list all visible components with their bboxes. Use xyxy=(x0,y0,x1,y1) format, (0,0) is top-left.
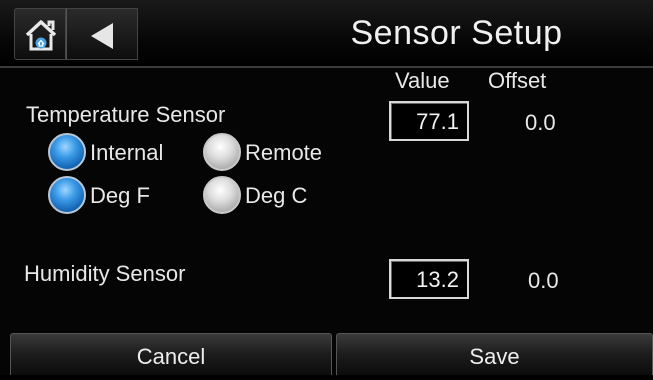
home-button[interactable] xyxy=(14,8,66,60)
sensor-setup-screen: Sensor Setup Value Offset Temperature Se… xyxy=(0,0,653,375)
home-icon xyxy=(25,20,57,51)
page-title: Sensor Setup xyxy=(350,14,563,52)
save-button[interactable]: Save xyxy=(336,333,653,375)
humidity-value-field[interactable]: 13.2 xyxy=(389,259,469,299)
header-bar: Sensor Setup xyxy=(0,0,653,68)
radio-deg-f[interactable] xyxy=(48,176,86,214)
temperature-offset: 0.0 xyxy=(525,110,556,135)
value-column-header: Value xyxy=(395,68,450,93)
temperature-sensor-label: Temperature Sensor xyxy=(26,102,226,127)
humidity-offset: 0.0 xyxy=(528,268,559,293)
humidity-sensor-label: Humidity Sensor xyxy=(24,261,186,286)
radio-internal[interactable] xyxy=(48,133,86,171)
back-button[interactable] xyxy=(66,8,138,60)
radio-deg-c-label: Deg C xyxy=(245,183,308,208)
offset-column-header: Offset xyxy=(488,68,547,93)
radio-remote-label: Remote xyxy=(245,140,323,165)
radio-remote[interactable] xyxy=(203,133,241,171)
temperature-value-field[interactable]: 77.1 xyxy=(389,101,469,141)
radio-deg-c[interactable] xyxy=(203,176,241,214)
radio-internal-label: Internal xyxy=(90,140,164,165)
back-arrow-icon xyxy=(91,23,113,49)
radio-deg-f-label: Deg F xyxy=(90,183,150,208)
cancel-button[interactable]: Cancel xyxy=(10,333,332,375)
